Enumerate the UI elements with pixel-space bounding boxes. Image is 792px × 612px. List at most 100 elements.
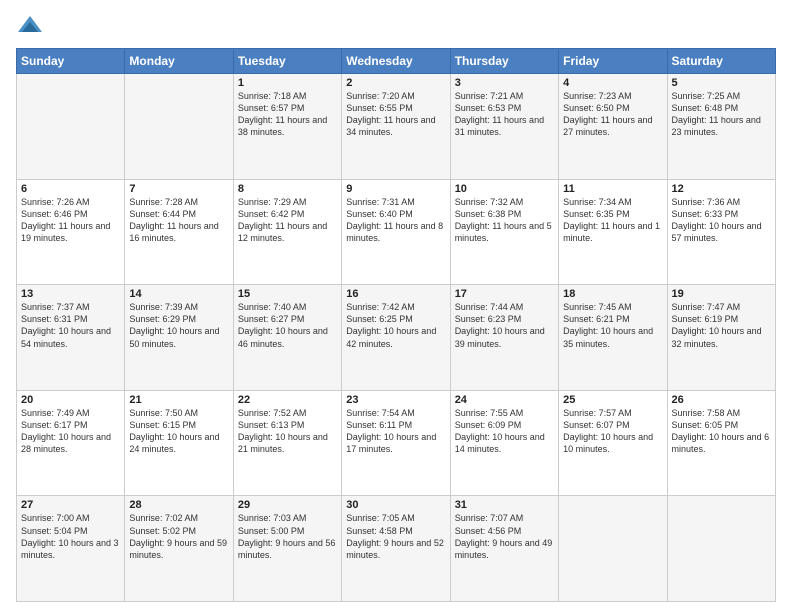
day-cell: 16Sunrise: 7:42 AMSunset: 6:25 PMDayligh… [342, 285, 450, 391]
cell-content: Sunrise: 7:58 AMSunset: 6:05 PMDaylight:… [672, 407, 771, 456]
day-number: 28 [129, 499, 228, 511]
day-cell: 23Sunrise: 7:54 AMSunset: 6:11 PMDayligh… [342, 390, 450, 496]
cell-content: Sunrise: 7:36 AMSunset: 6:33 PMDaylight:… [672, 196, 771, 245]
cell-content: Sunrise: 7:45 AMSunset: 6:21 PMDaylight:… [563, 301, 662, 350]
day-cell: 28Sunrise: 7:02 AMSunset: 5:02 PMDayligh… [125, 496, 233, 602]
day-cell [17, 74, 125, 180]
cell-content: Sunrise: 7:54 AMSunset: 6:11 PMDaylight:… [346, 407, 445, 456]
cell-content: Sunrise: 7:07 AMSunset: 4:56 PMDaylight:… [455, 512, 554, 561]
cell-content: Sunrise: 7:39 AMSunset: 6:29 PMDaylight:… [129, 301, 228, 350]
day-cell: 22Sunrise: 7:52 AMSunset: 6:13 PMDayligh… [233, 390, 341, 496]
cell-content: Sunrise: 7:42 AMSunset: 6:25 PMDaylight:… [346, 301, 445, 350]
cell-content: Sunrise: 7:52 AMSunset: 6:13 PMDaylight:… [238, 407, 337, 456]
header-cell-saturday: Saturday [667, 49, 775, 74]
day-number: 9 [346, 183, 445, 195]
header-cell-thursday: Thursday [450, 49, 558, 74]
day-number: 3 [455, 77, 554, 89]
day-number: 21 [129, 394, 228, 406]
header-cell-tuesday: Tuesday [233, 49, 341, 74]
cell-content: Sunrise: 7:21 AMSunset: 6:53 PMDaylight:… [455, 90, 554, 139]
day-number: 27 [21, 499, 120, 511]
day-number: 14 [129, 288, 228, 300]
day-number: 30 [346, 499, 445, 511]
day-number: 7 [129, 183, 228, 195]
day-cell: 25Sunrise: 7:57 AMSunset: 6:07 PMDayligh… [559, 390, 667, 496]
cell-content: Sunrise: 7:26 AMSunset: 6:46 PMDaylight:… [21, 196, 120, 245]
cell-content: Sunrise: 7:00 AMSunset: 5:04 PMDaylight:… [21, 512, 120, 561]
day-cell [559, 496, 667, 602]
day-cell: 21Sunrise: 7:50 AMSunset: 6:15 PMDayligh… [125, 390, 233, 496]
cell-content: Sunrise: 7:25 AMSunset: 6:48 PMDaylight:… [672, 90, 771, 139]
day-cell: 6Sunrise: 7:26 AMSunset: 6:46 PMDaylight… [17, 179, 125, 285]
cell-content: Sunrise: 7:05 AMSunset: 4:58 PMDaylight:… [346, 512, 445, 561]
day-number: 17 [455, 288, 554, 300]
day-number: 31 [455, 499, 554, 511]
cell-content: Sunrise: 7:02 AMSunset: 5:02 PMDaylight:… [129, 512, 228, 561]
day-number: 2 [346, 77, 445, 89]
logo-icon [16, 12, 44, 40]
day-number: 6 [21, 183, 120, 195]
week-row-1: 1Sunrise: 7:18 AMSunset: 6:57 PMDaylight… [17, 74, 776, 180]
day-number: 5 [672, 77, 771, 89]
day-cell: 11Sunrise: 7:34 AMSunset: 6:35 PMDayligh… [559, 179, 667, 285]
day-number: 25 [563, 394, 662, 406]
day-number: 18 [563, 288, 662, 300]
day-cell [125, 74, 233, 180]
day-number: 10 [455, 183, 554, 195]
cell-content: Sunrise: 7:57 AMSunset: 6:07 PMDaylight:… [563, 407, 662, 456]
day-cell: 18Sunrise: 7:45 AMSunset: 6:21 PMDayligh… [559, 285, 667, 391]
day-cell: 27Sunrise: 7:00 AMSunset: 5:04 PMDayligh… [17, 496, 125, 602]
day-number: 26 [672, 394, 771, 406]
cell-content: Sunrise: 7:55 AMSunset: 6:09 PMDaylight:… [455, 407, 554, 456]
day-number: 15 [238, 288, 337, 300]
page: SundayMondayTuesdayWednesdayThursdayFrid… [0, 0, 792, 612]
day-cell: 1Sunrise: 7:18 AMSunset: 6:57 PMDaylight… [233, 74, 341, 180]
day-number: 1 [238, 77, 337, 89]
day-cell: 20Sunrise: 7:49 AMSunset: 6:17 PMDayligh… [17, 390, 125, 496]
day-number: 19 [672, 288, 771, 300]
cell-content: Sunrise: 7:31 AMSunset: 6:40 PMDaylight:… [346, 196, 445, 245]
day-number: 22 [238, 394, 337, 406]
cell-content: Sunrise: 7:34 AMSunset: 6:35 PMDaylight:… [563, 196, 662, 245]
header-cell-sunday: Sunday [17, 49, 125, 74]
week-row-2: 6Sunrise: 7:26 AMSunset: 6:46 PMDaylight… [17, 179, 776, 285]
day-cell: 10Sunrise: 7:32 AMSunset: 6:38 PMDayligh… [450, 179, 558, 285]
header-cell-monday: Monday [125, 49, 233, 74]
day-cell: 12Sunrise: 7:36 AMSunset: 6:33 PMDayligh… [667, 179, 775, 285]
day-cell: 2Sunrise: 7:20 AMSunset: 6:55 PMDaylight… [342, 74, 450, 180]
day-cell: 5Sunrise: 7:25 AMSunset: 6:48 PMDaylight… [667, 74, 775, 180]
header [16, 12, 776, 40]
day-cell: 24Sunrise: 7:55 AMSunset: 6:09 PMDayligh… [450, 390, 558, 496]
day-number: 4 [563, 77, 662, 89]
cell-content: Sunrise: 7:50 AMSunset: 6:15 PMDaylight:… [129, 407, 228, 456]
day-cell: 8Sunrise: 7:29 AMSunset: 6:42 PMDaylight… [233, 179, 341, 285]
cell-content: Sunrise: 7:32 AMSunset: 6:38 PMDaylight:… [455, 196, 554, 245]
day-number: 20 [21, 394, 120, 406]
cell-content: Sunrise: 7:40 AMSunset: 6:27 PMDaylight:… [238, 301, 337, 350]
day-number: 16 [346, 288, 445, 300]
cell-content: Sunrise: 7:37 AMSunset: 6:31 PMDaylight:… [21, 301, 120, 350]
day-cell: 17Sunrise: 7:44 AMSunset: 6:23 PMDayligh… [450, 285, 558, 391]
day-cell: 31Sunrise: 7:07 AMSunset: 4:56 PMDayligh… [450, 496, 558, 602]
day-cell: 7Sunrise: 7:28 AMSunset: 6:44 PMDaylight… [125, 179, 233, 285]
day-cell: 14Sunrise: 7:39 AMSunset: 6:29 PMDayligh… [125, 285, 233, 391]
cell-content: Sunrise: 7:47 AMSunset: 6:19 PMDaylight:… [672, 301, 771, 350]
day-number: 8 [238, 183, 337, 195]
header-row: SundayMondayTuesdayWednesdayThursdayFrid… [17, 49, 776, 74]
cell-content: Sunrise: 7:49 AMSunset: 6:17 PMDaylight:… [21, 407, 120, 456]
calendar-table: SundayMondayTuesdayWednesdayThursdayFrid… [16, 48, 776, 602]
day-cell: 29Sunrise: 7:03 AMSunset: 5:00 PMDayligh… [233, 496, 341, 602]
day-cell: 13Sunrise: 7:37 AMSunset: 6:31 PMDayligh… [17, 285, 125, 391]
week-row-4: 20Sunrise: 7:49 AMSunset: 6:17 PMDayligh… [17, 390, 776, 496]
day-number: 11 [563, 183, 662, 195]
day-number: 23 [346, 394, 445, 406]
calendar: SundayMondayTuesdayWednesdayThursdayFrid… [16, 48, 776, 602]
calendar-header: SundayMondayTuesdayWednesdayThursdayFrid… [17, 49, 776, 74]
day-cell: 9Sunrise: 7:31 AMSunset: 6:40 PMDaylight… [342, 179, 450, 285]
day-cell: 26Sunrise: 7:58 AMSunset: 6:05 PMDayligh… [667, 390, 775, 496]
day-number: 24 [455, 394, 554, 406]
day-number: 29 [238, 499, 337, 511]
cell-content: Sunrise: 7:20 AMSunset: 6:55 PMDaylight:… [346, 90, 445, 139]
cell-content: Sunrise: 7:23 AMSunset: 6:50 PMDaylight:… [563, 90, 662, 139]
logo [16, 12, 48, 40]
